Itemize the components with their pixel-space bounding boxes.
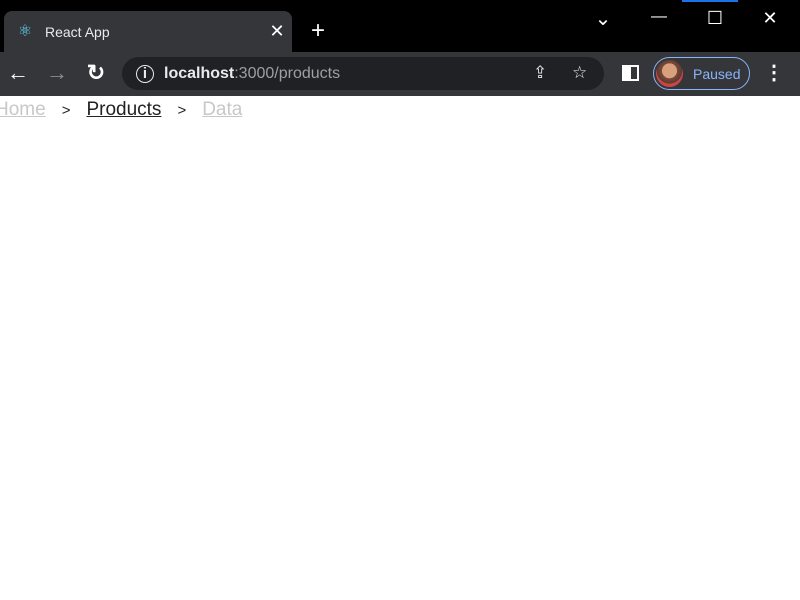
profile-button[interactable]: Paused xyxy=(653,57,750,90)
profile-status: Paused xyxy=(693,65,741,82)
browser-tab[interactable]: ⚛ React App ✕ xyxy=(4,11,292,52)
breadcrumb-separator: > xyxy=(177,101,187,119)
reload-button[interactable]: ↻ xyxy=(82,60,110,86)
maximize-button[interactable]: ☐ xyxy=(700,8,730,29)
window-close-button[interactable]: ✕ xyxy=(755,8,785,29)
tab-close-icon[interactable]: ✕ xyxy=(262,21,292,42)
url-host: localhost xyxy=(164,64,235,82)
browser-toolbar: ← → ↻ i localhost:3000/products ⇪ ☆ Paus… xyxy=(0,52,800,96)
minimize-button[interactable]: — xyxy=(644,8,674,26)
back-button[interactable]: ← xyxy=(4,60,32,86)
breadcrumb-data[interactable]: Data xyxy=(202,99,242,121)
url-text[interactable]: localhost:3000/products xyxy=(164,65,340,83)
breadcrumb-separator: > xyxy=(61,101,71,119)
address-bar[interactable]: i localhost:3000/products ⇪ ☆ xyxy=(122,57,604,90)
tab-search-chevron-icon[interactable]: ⌄ xyxy=(588,6,618,31)
share-icon[interactable]: ⇪ xyxy=(533,63,547,83)
forward-button[interactable]: → xyxy=(43,60,71,86)
site-info-icon[interactable]: i xyxy=(136,64,154,83)
breadcrumb-home[interactable]: Home xyxy=(0,99,46,121)
url-path: :3000/products xyxy=(234,64,341,82)
more-menu-icon[interactable]: ⋮ xyxy=(764,62,784,84)
new-tab-button[interactable]: + xyxy=(306,18,330,44)
breadcrumb-products[interactable]: Products xyxy=(86,99,161,121)
title-bar: ⚛ React App ✕ + ⌄ — ☐ ✕ xyxy=(0,0,800,52)
side-panel-icon[interactable] xyxy=(622,65,639,81)
window-accent xyxy=(682,0,738,2)
breadcrumb: Home > Products > Data xyxy=(0,99,242,121)
tab-title: React App xyxy=(45,23,110,40)
react-logo-icon: ⚛ xyxy=(17,22,33,40)
bookmark-star-icon[interactable]: ☆ xyxy=(572,63,587,83)
avatar xyxy=(656,60,683,87)
